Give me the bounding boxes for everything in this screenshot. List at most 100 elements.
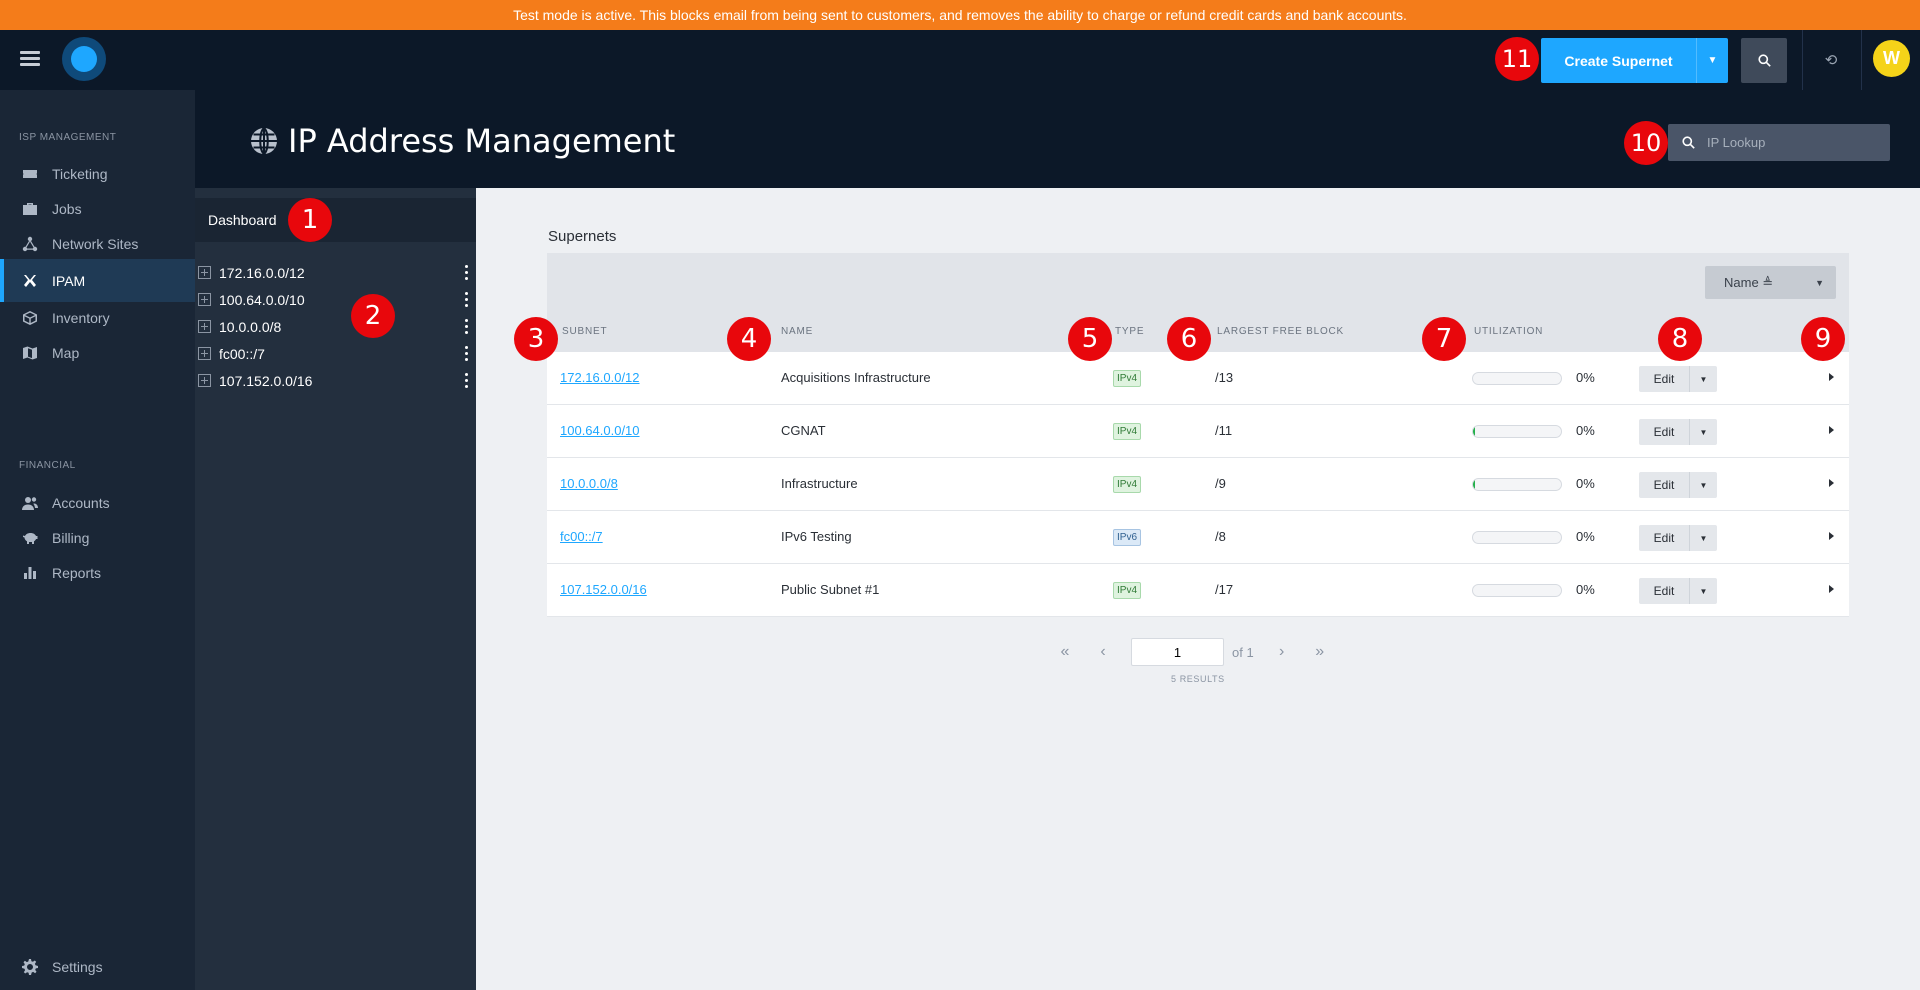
column-header-type[interactable]: TYPE	[1115, 326, 1144, 337]
subnet-link[interactable]: 107.152.0.0/16	[560, 582, 647, 597]
tree-item[interactable]: 107.152.0.0/16	[195, 367, 476, 394]
search-icon	[1757, 54, 1771, 67]
kebab-menu-icon[interactable]	[464, 373, 468, 388]
column-header-largest-free-block[interactable]: LARGEST FREE BLOCK	[1217, 326, 1344, 337]
supernet-name: IPv6 Testing	[781, 529, 852, 544]
page-title: IP Address Management	[250, 122, 675, 160]
column-header-name[interactable]: NAME	[781, 326, 813, 337]
edit-button[interactable]: Edit ▼	[1639, 366, 1717, 392]
search-icon	[1682, 136, 1695, 149]
annotation-marker: 3	[514, 317, 558, 361]
type-badge: IPv4	[1113, 423, 1142, 440]
sidebar-item-reports[interactable]: Reports	[0, 551, 195, 594]
expand-icon[interactable]	[198, 374, 211, 387]
chevron-down-icon[interactable]: ▼	[1689, 419, 1717, 445]
chevron-down-icon[interactable]: ▼	[1696, 38, 1728, 83]
subnet-link[interactable]: 100.64.0.0/10	[560, 423, 640, 438]
tree-item[interactable]: 172.16.0.0/12	[195, 259, 476, 286]
utilization-percent: 0%	[1576, 423, 1595, 438]
main-content: Supernets Name ≜ ▼ SUBNET NAME TYPE LARG…	[476, 188, 1920, 990]
chevron-down-icon[interactable]: ▼	[1689, 366, 1717, 392]
sort-select[interactable]: Name ≜ ▼	[1705, 266, 1836, 299]
tree-item-label[interactable]: 100.64.0.0/10	[219, 292, 305, 308]
sidebar-item-label: Ticketing	[52, 165, 108, 182]
page-number-input[interactable]	[1131, 638, 1224, 666]
tree-item-label[interactable]: 172.16.0.0/12	[219, 265, 305, 281]
expand-row-icon[interactable]	[1827, 424, 1837, 436]
refresh-icon[interactable]: ⟲	[1820, 50, 1842, 70]
utilization-percent: 0%	[1576, 370, 1595, 385]
sidebar-item-map[interactable]: Map	[0, 331, 195, 374]
edit-button-label[interactable]: Edit	[1639, 525, 1689, 551]
expand-icon[interactable]	[198, 266, 211, 279]
subnet-link[interactable]: fc00::/7	[560, 529, 603, 544]
kebab-menu-icon[interactable]	[464, 292, 468, 307]
edit-button-label[interactable]: Edit	[1639, 578, 1689, 604]
app-logo[interactable]	[62, 37, 106, 81]
edit-button-label[interactable]: Edit	[1639, 472, 1689, 498]
chevron-down-icon[interactable]: ▼	[1689, 472, 1717, 498]
piggy-bank-icon	[22, 530, 38, 546]
create-supernet-button[interactable]: Create Supernet ▼	[1541, 38, 1728, 83]
edit-button[interactable]: Edit ▼	[1639, 525, 1717, 551]
ip-lookup-field[interactable]	[1668, 124, 1890, 161]
sidebar-item-label: Accounts	[52, 494, 110, 511]
sidebar-item-label: Inventory	[52, 309, 110, 326]
kebab-menu-icon[interactable]	[464, 319, 468, 334]
column-header-subnet[interactable]: SUBNET	[562, 326, 607, 337]
sidebar-item-settings[interactable]: Settings	[0, 945, 195, 988]
expand-icon[interactable]	[198, 320, 211, 333]
hamburger-menu-icon[interactable]	[20, 48, 40, 72]
next-page-icon[interactable]: ›	[1272, 643, 1292, 661]
global-search-button[interactable]	[1741, 38, 1787, 83]
expand-row-icon[interactable]	[1827, 371, 1837, 383]
tree-item[interactable]: 100.64.0.0/10	[195, 286, 476, 313]
utilization-bar	[1472, 425, 1562, 438]
tree-item-label[interactable]: fc00::/7	[219, 346, 265, 362]
edit-button[interactable]: Edit ▼	[1639, 472, 1717, 498]
last-page-icon[interactable]: »	[1310, 643, 1330, 661]
expand-row-icon[interactable]	[1827, 530, 1837, 542]
prev-page-icon[interactable]: ‹	[1093, 643, 1113, 661]
utilization-percent: 0%	[1576, 582, 1595, 597]
chevron-down-icon: ▼	[1815, 277, 1824, 288]
supernet-tree: Dashboard 172.16.0.0/12 100.64.0.0/10 10…	[195, 188, 476, 990]
supernets-table: Name ≜ ▼ SUBNET NAME TYPE LARGEST FREE B…	[547, 253, 1849, 617]
tree-item[interactable]: 10.0.0.0/8	[195, 313, 476, 340]
pagination: « ‹ of 1 › »	[1055, 638, 1330, 666]
sidebar-item-label: IPAM	[52, 272, 86, 289]
ticket-icon	[22, 166, 38, 182]
first-page-icon[interactable]: «	[1055, 643, 1075, 661]
edit-button-label[interactable]: Edit	[1639, 366, 1689, 392]
table-row: 100.64.0.0/10 CGNAT IPv4/11 0% Edit ▼	[547, 405, 1849, 458]
chevron-down-icon[interactable]: ▼	[1689, 578, 1717, 604]
expand-icon[interactable]	[198, 347, 211, 360]
column-header-utilization[interactable]: UTILIZATION	[1474, 326, 1543, 337]
expand-icon[interactable]	[198, 293, 211, 306]
annotation-marker: 5	[1068, 317, 1112, 361]
expand-row-icon[interactable]	[1827, 477, 1837, 489]
utilization-bar-fill	[1473, 479, 1475, 490]
kebab-menu-icon[interactable]	[464, 346, 468, 361]
tree-dashboard-link[interactable]: Dashboard	[195, 198, 476, 242]
globe-icon	[251, 127, 277, 155]
annotation-marker: 11	[1495, 37, 1539, 81]
ip-lookup-input[interactable]	[1707, 135, 1877, 150]
section-title: Supernets	[548, 228, 617, 245]
edit-button-label[interactable]: Edit	[1639, 419, 1689, 445]
tree-item-label[interactable]: 10.0.0.0/8	[219, 319, 281, 335]
annotation-marker: 7	[1422, 317, 1466, 361]
tree-item[interactable]: fc00::/7	[195, 340, 476, 367]
edit-button[interactable]: Edit ▼	[1639, 578, 1717, 604]
avatar[interactable]: W	[1873, 40, 1910, 77]
sidebar: ISP MANAGEMENT Ticketing Jobs Network Si…	[0, 90, 195, 990]
subnet-link[interactable]: 172.16.0.0/12	[560, 370, 640, 385]
create-supernet-label[interactable]: Create Supernet	[1541, 38, 1696, 83]
chevron-down-icon[interactable]: ▼	[1689, 525, 1717, 551]
subnet-link[interactable]: 10.0.0.0/8	[560, 476, 618, 491]
tree-item-label[interactable]: 107.152.0.0/16	[219, 373, 312, 389]
kebab-menu-icon[interactable]	[464, 265, 468, 280]
type-badge: IPv4	[1113, 476, 1142, 493]
edit-button[interactable]: Edit ▼	[1639, 419, 1717, 445]
expand-row-icon[interactable]	[1827, 583, 1837, 595]
